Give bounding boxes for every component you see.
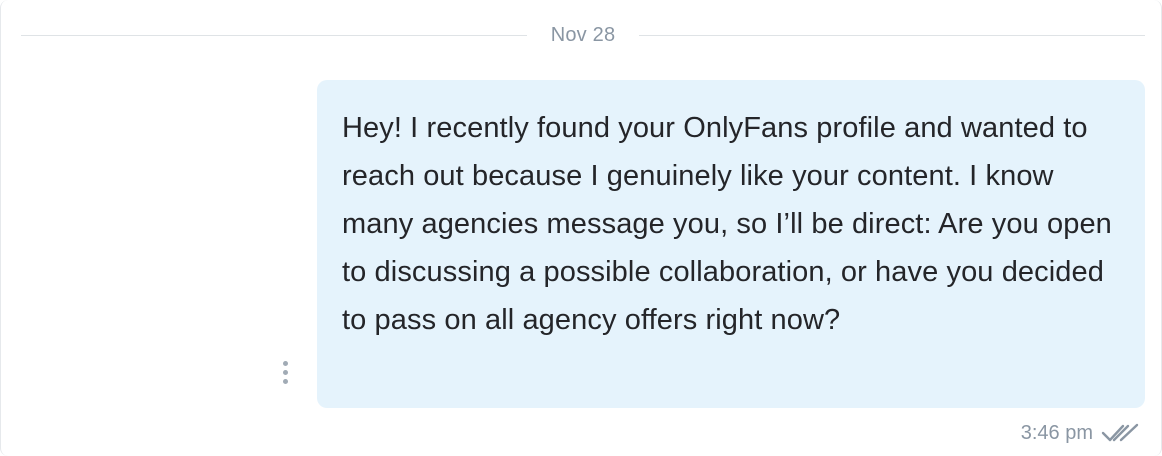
divider-line-left (21, 34, 527, 36)
divider-line-right (639, 34, 1146, 36)
chat-window: Nov 28 Hey! I recently found your OnlyFa… (0, 0, 1162, 456)
more-vertical-icon (282, 360, 288, 366)
more-vertical-icon-dot (282, 369, 288, 375)
outgoing-message-bubble[interactable]: Hey! I recently found your OnlyFans prof… (317, 80, 1145, 408)
message-meta: 3:46 pm (1021, 418, 1139, 448)
date-divider: Nov 28 (21, 20, 1146, 50)
message-text: Hey! I recently found your OnlyFans prof… (342, 112, 1112, 336)
more-vertical-icon-dot (282, 378, 288, 384)
double-check-icon (1101, 422, 1139, 444)
message-timestamp: 3:46 pm (1020, 421, 1093, 444)
message-row: Hey! I recently found your OnlyFans prof… (1, 80, 1161, 408)
message-options-button[interactable] (273, 358, 297, 386)
date-divider-label: Nov 28 (550, 23, 616, 46)
